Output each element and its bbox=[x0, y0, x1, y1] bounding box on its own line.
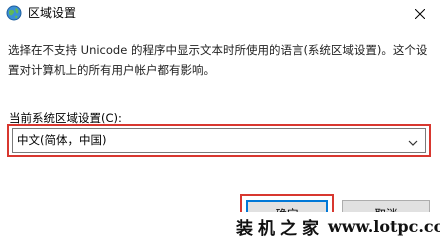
globe-icon bbox=[6, 5, 22, 21]
watermark-text: 装机之家 bbox=[236, 219, 324, 239]
chevron-down-icon[interactable] bbox=[407, 134, 419, 146]
system-locale-dropdown[interactable]: 中文(简体，中国) bbox=[12, 128, 426, 153]
title-bar[interactable]: 区域设置 bbox=[0, 0, 440, 26]
region-settings-dialog: 区域设置 选择在不支持 Unicode 的程序中显示文本时所使用的语言(系统区域… bbox=[0, 0, 440, 241]
close-button[interactable] bbox=[400, 0, 440, 26]
watermark: 装机之家 www.lotpc.com bbox=[232, 212, 440, 241]
close-icon bbox=[414, 4, 426, 23]
description-text: 选择在不支持 Unicode 的程序中显示文本时所使用的语言(系统区域设置)。这… bbox=[8, 43, 428, 77]
watermark-url: www.lotpc.com bbox=[328, 217, 440, 236]
system-locale-value: 中文(简体，中国) bbox=[17, 133, 107, 147]
window-title: 区域设置 bbox=[28, 6, 77, 20]
